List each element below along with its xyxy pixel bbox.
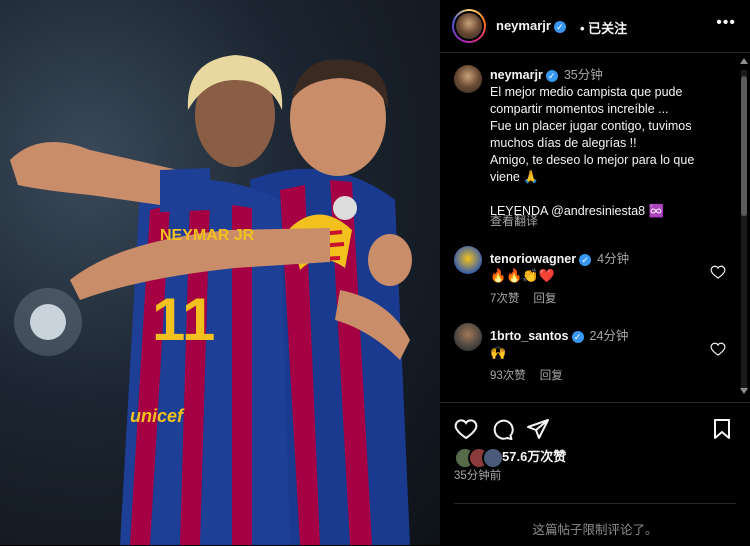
comment-time: 4分钟: [597, 252, 630, 266]
verified-badge-icon: ✓: [579, 253, 592, 266]
follow-status-text[interactable]: 已关注: [588, 21, 627, 36]
verified-badge-icon: ✓: [571, 330, 584, 343]
share-paper-plane-icon[interactable]: [526, 417, 550, 441]
posted-time: 35分钟前: [454, 470, 502, 482]
caption-avatar[interactable]: [454, 65, 482, 93]
author-username-text[interactable]: neymarjr: [496, 18, 551, 33]
scrollbar[interactable]: [741, 70, 747, 390]
like-comment-heart-icon[interactable]: [710, 264, 726, 280]
reply-button[interactable]: 回复: [540, 370, 563, 382]
comment-username[interactable]: 1brto_santos: [490, 329, 569, 343]
see-translation-link[interactable]: 查看翻译: [490, 212, 538, 229]
comment-meta: 93次赞 回复: [490, 367, 577, 383]
comment-avatar[interactable]: [454, 246, 482, 274]
comment-likes[interactable]: 7次赞: [490, 293, 519, 305]
verified-badge-icon: ✓: [545, 69, 558, 82]
divider: [454, 503, 736, 504]
verified-badge-icon: ✓: [553, 20, 566, 33]
like-comment-heart-icon[interactable]: [710, 341, 726, 357]
jersey-name: NEYMAR JR: [160, 227, 255, 244]
post-actions: 57.6万次赞 35分钟前 这篇帖子限制评论了。: [440, 402, 750, 546]
jersey-number: 11: [152, 286, 215, 353]
post-image[interactable]: 11 NEYMAR JR unicef: [0, 0, 440, 545]
caption-username[interactable]: neymarjr: [490, 68, 543, 82]
post-header: neymarjr ✓ • 已关注 •••: [440, 0, 750, 53]
author-username[interactable]: neymarjr ✓: [496, 18, 566, 33]
comment-text: 🙌: [490, 345, 507, 360]
scroll-up-arrow-icon[interactable]: [740, 58, 748, 64]
comment-username[interactable]: tenoriowagner: [490, 252, 576, 266]
comment-header: tenoriowagner ✓ 4分钟: [490, 248, 629, 267]
comment-likes[interactable]: 93次赞: [490, 370, 526, 382]
reply-button[interactable]: 回复: [533, 293, 556, 305]
comment-text: 🔥🔥👏❤️: [490, 268, 555, 283]
caption-line: Fue un placer jugar contigo, tuvimos: [490, 119, 692, 133]
jersey-sponsor: unicef: [130, 406, 185, 426]
post-photo-illustration: 11 NEYMAR JR unicef: [10, 55, 412, 545]
comment-time: 24分钟: [589, 329, 629, 343]
likes-count[interactable]: 57.6万次赞: [502, 447, 566, 467]
comment-avatar[interactable]: [454, 323, 482, 351]
caption-line: Amigo, te deseo lo mejor para lo que: [490, 153, 695, 167]
comments-limited-notice: 这篇帖子限制评论了。: [532, 523, 658, 537]
caption-line: viene 🙏: [490, 170, 539, 184]
more-options-icon[interactable]: •••: [716, 14, 736, 32]
comment-header: 1brto_santos ✓ 24分钟: [490, 325, 628, 344]
comment-bubble-icon[interactable]: [490, 417, 514, 441]
follow-status[interactable]: • 已关注: [580, 18, 627, 37]
caption: neymarjr ✓ 35分钟 El mejor medio campista qu…: [490, 67, 722, 220]
caption-line: El mejor medio campista que pude: [490, 85, 683, 99]
scroll-down-arrow-icon[interactable]: [740, 388, 748, 394]
comments-section[interactable]: neymarjr ✓ 35分钟 El mejor medio campista qu…: [440, 53, 750, 401]
scrollbar-thumb[interactable]: [741, 76, 747, 216]
author-avatar[interactable]: [452, 9, 486, 43]
save-bookmark-icon[interactable]: [710, 417, 734, 441]
caption-line: [490, 186, 722, 203]
caption-line: muchos días de alegrías !!: [490, 136, 637, 150]
comment-meta: 7次赞 回复: [490, 290, 570, 306]
caption-line: compartir momentos increíble ...: [490, 102, 669, 116]
liker-avatar: [482, 447, 504, 469]
post-panel: neymarjr ✓ • 已关注 ••• neymarjr ✓ 35分钟 El mej…: [440, 0, 750, 545]
like-heart-icon[interactable]: [454, 417, 478, 441]
caption-time: 35分钟: [563, 68, 603, 82]
